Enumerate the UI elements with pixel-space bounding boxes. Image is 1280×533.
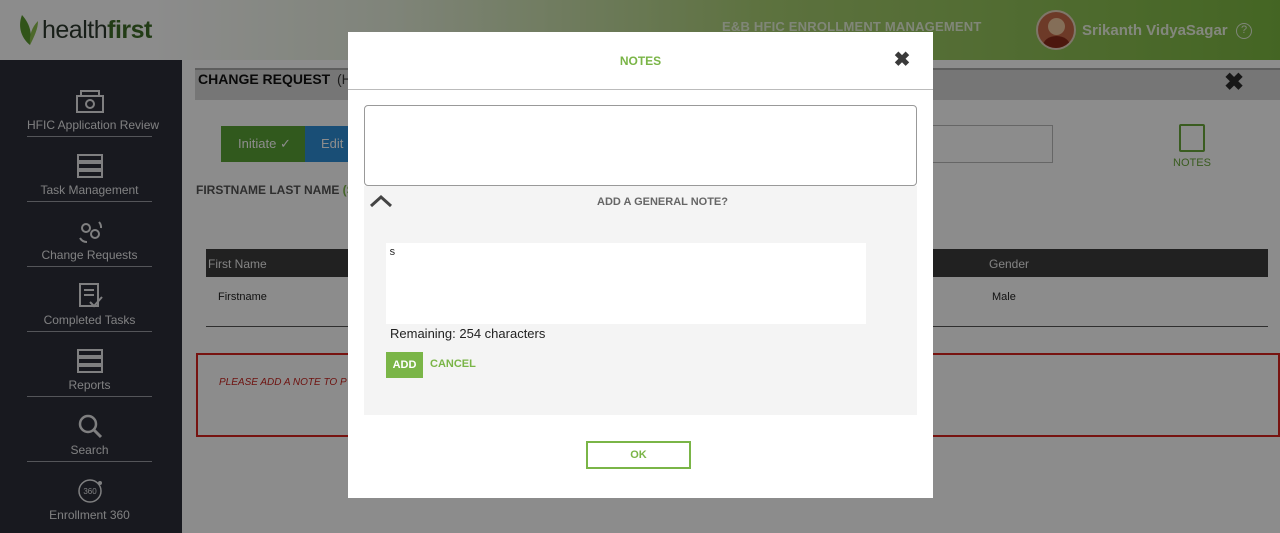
note-textarea[interactable]: s xyxy=(386,243,866,324)
remaining-characters: Remaining: 254 characters xyxy=(390,326,546,341)
notes-list[interactable] xyxy=(364,105,917,186)
cancel-button[interactable]: CANCEL xyxy=(430,358,476,370)
general-note-panel: ADD A GENERAL NOTE? s Remaining: 254 cha… xyxy=(364,186,917,415)
add-button[interactable]: ADD xyxy=(386,352,423,378)
close-icon[interactable]: ✖ xyxy=(892,50,912,70)
notes-modal: NOTES ✖ ADD A GENERAL NOTE? s Remaining:… xyxy=(348,32,933,498)
ok-button[interactable]: OK xyxy=(586,441,691,469)
divider xyxy=(348,89,933,90)
panel-title: ADD A GENERAL NOTE? xyxy=(597,196,728,208)
modal-title: NOTES xyxy=(619,54,662,68)
